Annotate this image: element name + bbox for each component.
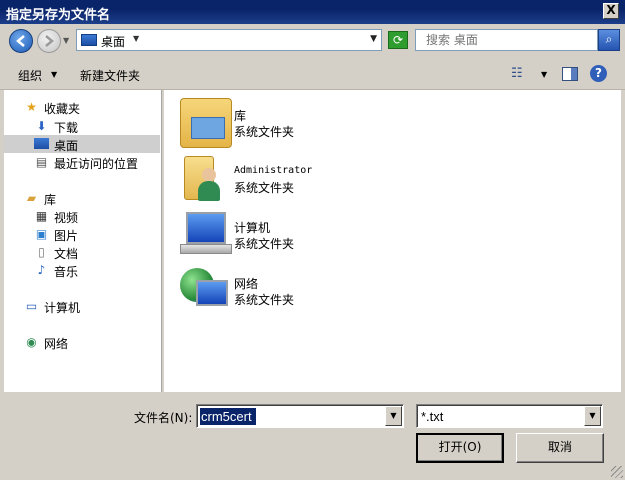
search-input[interactable]	[416, 30, 597, 50]
sidebar-item-label: 视频	[54, 211, 79, 225]
star-icon: ★	[26, 100, 37, 114]
view-options-icon[interactable]: ☷	[511, 66, 523, 81]
library-icon: ▰	[26, 191, 37, 205]
search-button[interactable]: ⌕	[598, 29, 620, 51]
list-item-administrator[interactable]: Administrator 系统文件夹	[180, 154, 480, 208]
filename-combobox[interactable]: ▼	[196, 404, 404, 428]
download-folder-icon: ⬇	[36, 119, 47, 133]
item-type: 系统文件夹	[234, 125, 295, 139]
forward-arrow-icon	[45, 35, 54, 47]
forward-button[interactable]	[37, 29, 61, 53]
filename-dropdown-button[interactable]: ▼	[385, 406, 402, 426]
title-bar: 指定另存为文件名 X	[0, 0, 625, 24]
item-name: Administrator	[234, 165, 313, 176]
library-folder-icon	[180, 98, 232, 148]
cancel-button[interactable]: 取消	[516, 433, 604, 463]
sidebar-item-label: 收藏夹	[44, 102, 81, 116]
back-arrow-icon	[16, 35, 25, 47]
sidebar-item-label: 音乐	[54, 265, 79, 279]
sidebar-item-network[interactable]: ◉ 网络	[4, 333, 160, 351]
sidebar-item-label: 图片	[54, 229, 79, 243]
sidebar-item-documents[interactable]: ▯ 文档	[4, 243, 160, 261]
filetype-dropdown-button[interactable]: ▼	[584, 406, 601, 426]
item-name: 库	[234, 109, 247, 123]
search-box[interactable]	[415, 29, 598, 51]
sidebar-item-computer[interactable]: ▭ 计算机	[4, 297, 160, 315]
sidebar-item-label: 计算机	[44, 301, 81, 315]
item-name: 计算机	[234, 221, 271, 235]
filetype-select[interactable]: *.txt ▼	[416, 404, 603, 428]
video-icon: ▦	[35, 209, 48, 223]
address-crumb[interactable]: 桌面	[101, 33, 125, 50]
sidebar-item-label: 库	[44, 193, 57, 207]
chevron-down-icon: ▼	[589, 411, 596, 420]
refresh-icon: ⟳	[392, 33, 404, 47]
item-type: 系统文件夹	[234, 237, 295, 251]
computer-icon	[180, 210, 232, 260]
computer-icon: ▭	[25, 299, 38, 313]
network-icon: ◉	[26, 335, 37, 349]
organize-dropdown-icon[interactable]: ▼	[51, 70, 57, 79]
filetype-value: *.txt	[421, 409, 444, 424]
sidebar-item-downloads[interactable]: ⬇ 下载	[4, 117, 160, 135]
refresh-button[interactable]: ⟳	[388, 31, 408, 49]
user-folder-icon	[180, 154, 232, 204]
close-button[interactable]: X	[603, 3, 619, 19]
command-toolbar: 组织 ▼ 新建文件夹 ☷ ▼ ?	[0, 58, 625, 90]
navigation-pane: ★ 收藏夹 ⬇ 下载 桌面 ▤ 最近访问的位置 ▰ 库 ▦ 视频 ▣ 图片 ▯ …	[4, 90, 162, 392]
search-icon: ⌕	[605, 32, 613, 46]
sidebar-item-label: 桌面	[54, 139, 79, 153]
music-icon: ♪	[37, 263, 46, 277]
network-icon	[180, 266, 232, 316]
sidebar-item-music[interactable]: ♪ 音乐	[4, 261, 160, 279]
sidebar-item-label: 最近访问的位置	[54, 157, 139, 171]
desktop-icon	[34, 138, 49, 149]
file-list: 库 系统文件夹 Administrator 系统文件夹 计算机 系统文件夹 网络…	[164, 90, 621, 392]
new-folder-button[interactable]: 新建文件夹	[80, 67, 140, 84]
sidebar-item-label: 文档	[54, 247, 79, 261]
chevron-down-icon: ▼	[390, 411, 397, 420]
resize-grip[interactable]	[611, 466, 623, 478]
sidebar-item-libraries[interactable]: ▰ 库	[4, 189, 160, 207]
filename-label: 文件名(N):	[134, 411, 193, 425]
open-button[interactable]: 打开(O)	[416, 433, 504, 463]
navigation-bar: ▼ 桌面 ▼ ▼ ⟳ ⌕	[0, 24, 625, 58]
history-dropdown-icon[interactable]: ▼	[63, 36, 69, 45]
save-panel: 文件名(N): ▼ *.txt ▼ 打开(O) 取消	[0, 392, 625, 480]
item-type: 系统文件夹	[234, 181, 295, 195]
item-name: 网络	[234, 277, 259, 291]
sidebar-item-label: 下载	[54, 121, 79, 135]
sidebar-item-label: 网络	[44, 337, 69, 351]
address-bar[interactable]: 桌面 ▼ ▼	[76, 29, 382, 51]
sidebar-item-favorites[interactable]: ★ 收藏夹	[4, 98, 160, 116]
preview-pane-icon[interactable]	[562, 67, 578, 81]
item-type: 系统文件夹	[234, 293, 295, 307]
back-button[interactable]	[9, 29, 33, 53]
sidebar-item-videos[interactable]: ▦ 视频	[4, 207, 160, 225]
crumb-dropdown-icon[interactable]: ▼	[133, 34, 139, 43]
list-item-libraries[interactable]: 库 系统文件夹	[180, 98, 480, 152]
desktop-icon	[81, 34, 97, 46]
picture-icon: ▣	[35, 227, 48, 241]
sidebar-item-recent-places[interactable]: ▤ 最近访问的位置	[4, 153, 160, 171]
window-title: 指定另存为文件名	[6, 8, 111, 23]
help-button[interactable]: ?	[590, 65, 607, 82]
organize-button[interactable]: 组织	[18, 67, 42, 84]
view-dropdown-icon[interactable]: ▼	[541, 70, 547, 79]
list-item-computer[interactable]: 计算机 系统文件夹	[180, 210, 480, 264]
recent-places-icon: ▤	[35, 155, 48, 169]
address-dropdown-icon[interactable]: ▼	[370, 34, 377, 44]
filename-input[interactable]	[199, 407, 383, 425]
document-icon: ▯	[38, 245, 45, 259]
sidebar-item-pictures[interactable]: ▣ 图片	[4, 225, 160, 243]
sidebar-item-desktop[interactable]: 桌面	[4, 135, 160, 153]
list-item-network[interactable]: 网络 系统文件夹	[180, 266, 480, 320]
